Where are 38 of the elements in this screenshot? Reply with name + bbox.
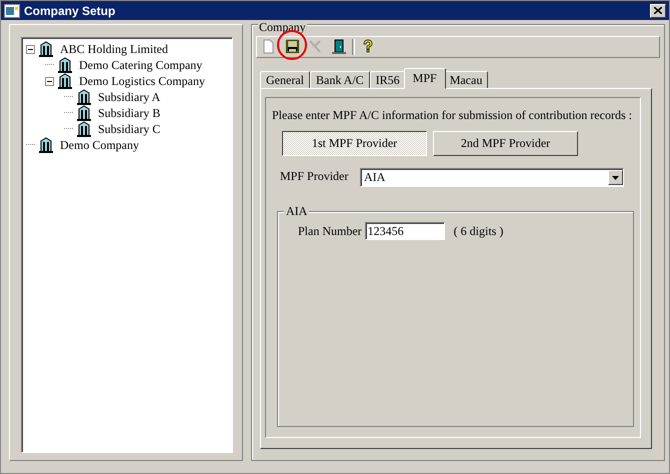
tree-item[interactable]: Subsidiary B (98, 106, 160, 120)
building-icon (57, 57, 73, 73)
building-icon (57, 73, 73, 89)
plan-number-field[interactable]: 123456 (364, 222, 445, 240)
building-icon (76, 121, 92, 137)
collapse-toggle[interactable] (26, 44, 35, 54)
tab[interactable]: MPF (404, 68, 446, 89)
save-icon (285, 39, 301, 55)
close-icon (654, 7, 662, 14)
caret-icon (612, 176, 619, 180)
provider-button[interactable]: 2nd MPF Provider (433, 131, 578, 156)
provider-label: MPF Provider (280, 168, 350, 184)
tab[interactable]: IR56 (370, 71, 406, 89)
window-icon (4, 4, 20, 18)
tab[interactable]: General (260, 71, 310, 89)
building-icon (38, 41, 54, 57)
tree-item[interactable]: Subsidiary C (98, 122, 160, 136)
digits-hint: ( 6 digits ) (454, 224, 504, 238)
tree-item[interactable]: Demo Company (60, 138, 139, 152)
provider-button[interactable]: 1st MPF Provider (282, 131, 427, 156)
door-icon (331, 39, 347, 55)
tree-item[interactable]: Demo Logistics Company (79, 74, 205, 88)
close-button[interactable] (650, 4, 666, 18)
building-icon (38, 137, 54, 153)
collapse-toggle[interactable] (45, 76, 54, 86)
instruction-text: Please enter MPF A/C information for submission of contribution records : (272, 108, 633, 123)
window-title: Company Setup (24, 4, 116, 18)
tree-item[interactable]: Demo Catering Company (79, 58, 202, 72)
tab[interactable]: Bank A/C (310, 71, 370, 89)
tree-item[interactable]: Subsidiary A (98, 90, 160, 104)
building-icon (76, 105, 92, 121)
provider-dropdown[interactable]: AIA (360, 168, 624, 187)
tree-item[interactable]: ABC Holding Limited (60, 42, 168, 56)
group-title: Company (258, 21, 307, 33)
toolbar-button[interactable] (329, 37, 349, 57)
dropdown-arrow-button[interactable] (608, 170, 623, 185)
plan-number-label: Plan Number (298, 224, 362, 238)
building-icon (76, 89, 92, 105)
